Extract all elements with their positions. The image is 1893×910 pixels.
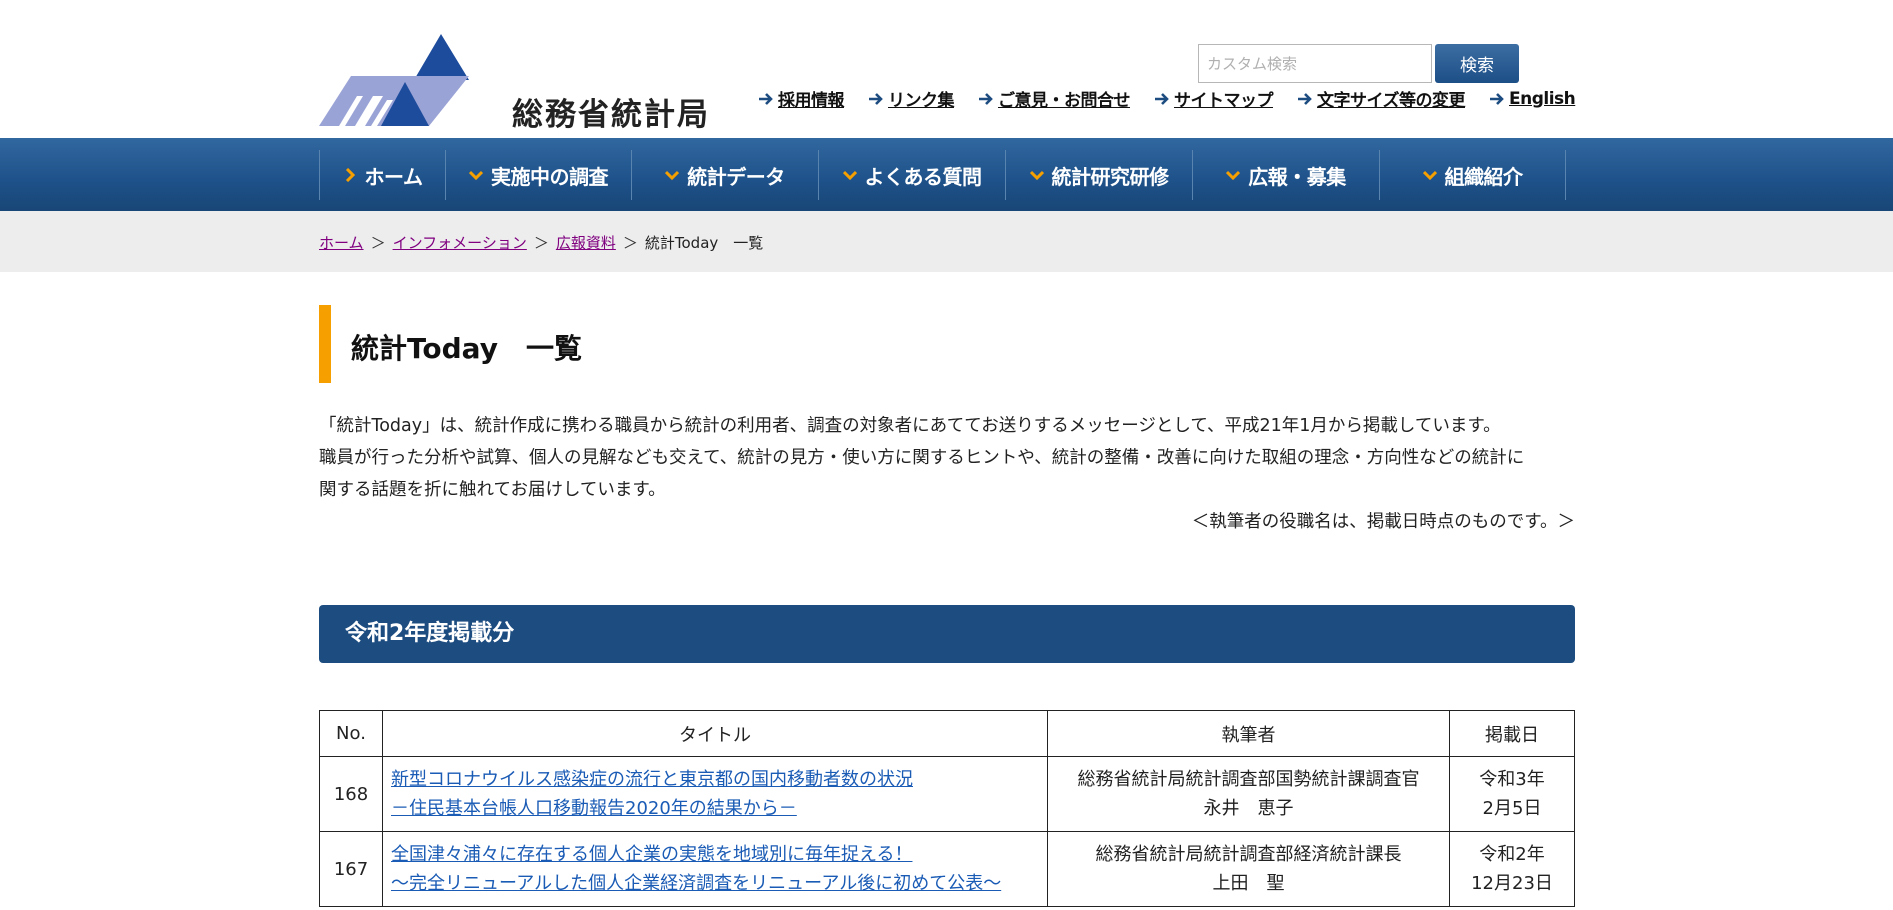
breadcrumb-current: 統計Today 一覧: [644, 234, 764, 252]
nav-item-data[interactable]: 統計データ: [632, 150, 819, 200]
row-author: 総務省統計局統計調査部国勢統計課調査官 永井 恵子: [1047, 756, 1450, 832]
utility-links: 採用情報 リンク集 ご意見・お問合せ サイトマップ 文字サイズ等の変更 Engl…: [758, 86, 1576, 111]
intro-text: 「統計Today」は、統計作成に携わる職員から統計の利用者、調査の対象者にあてて…: [319, 410, 1577, 506]
column-header-date: 掲載日: [1449, 710, 1575, 757]
nav-item-organization[interactable]: 組織紹介: [1380, 150, 1566, 200]
breadcrumb-link-information[interactable]: インフォメーション: [393, 232, 527, 253]
nav-item-pr[interactable]: 広報・募集: [1193, 150, 1380, 200]
breadcrumb: ホーム ＞ インフォメーション ＞ 広報資料 ＞ 統計Today 一覧: [319, 232, 763, 253]
arrow-right-icon: [1155, 92, 1169, 105]
page-title-block: 統計Today 一覧: [319, 305, 919, 383]
chevron-down-icon: [842, 170, 857, 181]
util-link-recruit[interactable]: 採用情報: [758, 86, 845, 111]
search-input[interactable]: [1198, 44, 1432, 83]
util-link-textsize[interactable]: 文字サイズ等の変更: [1297, 86, 1466, 111]
row-date: 令和3年 2月5日: [1449, 756, 1575, 832]
arrow-right-icon: [1490, 92, 1504, 105]
logo-text: 総務省統計局: [512, 97, 710, 133]
row-title: 新型コロナウイルス感染症の流行と東京都の国内移動者数の状況 －住民基本台帳人口移…: [382, 756, 1048, 832]
article-link-subtitle[interactable]: －住民基本台帳人口移動報告2020年の結果から－: [391, 794, 1047, 823]
author-position: 総務省統計局統計調査部国勢統計課調査官: [1077, 769, 1420, 790]
date-year: 令和3年: [1479, 769, 1545, 790]
page-title: 統計Today 一覧: [351, 332, 582, 365]
title-accent-bar: [319, 305, 331, 383]
chevron-down-icon: [665, 170, 680, 181]
article-link[interactable]: 全国津々浦々に存在する個人企業の実態を地域別に毎年捉える！: [391, 840, 1047, 869]
author-position: 総務省統計局統計調査部経済統計課長: [1095, 844, 1402, 865]
author-name: 上田 聖: [1212, 873, 1285, 894]
column-header-author: 執筆者: [1047, 710, 1450, 757]
util-link-english[interactable]: English: [1489, 86, 1576, 111]
site-logo[interactable]: 総務省統計局: [319, 34, 709, 133]
breadcrumb-link-pr-materials[interactable]: 広報資料: [556, 232, 616, 253]
breadcrumb-link-home[interactable]: ホーム: [319, 232, 364, 253]
intro-line: 「統計Today」は、統計作成に携わる職員から統計の利用者、調査の対象者にあてて…: [319, 416, 1501, 436]
search-button[interactable]: 検索: [1435, 44, 1519, 83]
logo-mark-icon: [319, 34, 469, 126]
author-note: ＜執筆者の役職名は、掲載日時点のものです。＞: [1191, 512, 1575, 532]
table-row: 168 新型コロナウイルス感染症の流行と東京都の国内移動者数の状況 －住民基本台…: [319, 756, 1575, 832]
row-title: 全国津々浦々に存在する個人企業の実態を地域別に毎年捉える！ ～完全リニューアルし…: [382, 831, 1048, 907]
nav-item-home[interactable]: ホーム: [320, 150, 446, 200]
arrow-right-icon: [979, 92, 993, 105]
table-row: 167 全国津々浦々に存在する個人企業の実態を地域別に毎年捉える！ ～完全リニュ…: [319, 831, 1575, 907]
arrow-right-icon: [759, 92, 773, 105]
articles-table: No. タイトル 執筆者 掲載日 168 新型コロナウイルス感染症の流行と東京都…: [319, 710, 1575, 907]
intro-line: 関する話題を折に触れてお届けしています。: [319, 480, 666, 500]
intro-line: 職員が行った分析や試算、個人の見解なども交えて、統計の見方・使い方に関するヒント…: [319, 448, 1525, 468]
date-day: 12月23日: [1471, 873, 1553, 894]
row-date: 令和2年 12月23日: [1449, 831, 1575, 907]
section-heading: 令和2年度掲載分: [319, 605, 1575, 663]
nav-item-training[interactable]: 統計研究研修: [1006, 150, 1193, 200]
arrow-right-icon: [869, 92, 883, 105]
util-link-contact[interactable]: ご意見・お問合せ: [978, 86, 1131, 111]
util-link-links[interactable]: リンク集: [868, 86, 955, 111]
chevron-right-icon: [345, 168, 355, 182]
column-header-title: タイトル: [382, 710, 1048, 757]
article-link[interactable]: 新型コロナウイルス感染症の流行と東京都の国内移動者数の状況: [391, 765, 1047, 794]
chevron-down-icon: [1226, 170, 1241, 181]
chevron-down-icon: [1422, 170, 1437, 181]
breadcrumb-separator: ＞: [622, 234, 638, 252]
util-link-sitemap[interactable]: サイトマップ: [1154, 86, 1274, 111]
global-nav: ホーム 実施中の調査 統計データ よくある質問 統計研究研修 広報・募集 組織紹…: [0, 138, 1893, 211]
table-header-row: No. タイトル 執筆者 掲載日: [319, 710, 1575, 757]
arrow-right-icon: [1298, 92, 1312, 105]
row-number: 167: [319, 831, 383, 907]
author-name: 永井 恵子: [1203, 798, 1294, 819]
article-link-subtitle[interactable]: ～完全リニューアルした個人企業経済調査をリニューアル後に初めて公表～: [391, 869, 1047, 898]
breadcrumb-bar: ホーム ＞ インフォメーション ＞ 広報資料 ＞ 統計Today 一覧: [0, 211, 1893, 272]
nav-item-surveys[interactable]: 実施中の調査: [446, 150, 632, 200]
chevron-down-icon: [1029, 170, 1044, 181]
date-day: 2月5日: [1482, 798, 1542, 819]
site-header: 総務省統計局 検索 採用情報 リンク集 ご意見・お問合せ サイトマップ 文字サイ…: [0, 0, 1893, 138]
date-year: 令和2年: [1479, 844, 1545, 865]
breadcrumb-separator: ＞: [370, 234, 386, 252]
site-search: 検索: [1198, 44, 1519, 83]
row-number: 168: [319, 756, 383, 832]
chevron-down-icon: [469, 170, 483, 181]
row-author: 総務省統計局統計調査部経済統計課長 上田 聖: [1047, 831, 1450, 907]
nav-item-faq[interactable]: よくある質問: [819, 150, 1006, 200]
breadcrumb-separator: ＞: [533, 234, 549, 252]
column-header-no: No.: [319, 710, 383, 757]
